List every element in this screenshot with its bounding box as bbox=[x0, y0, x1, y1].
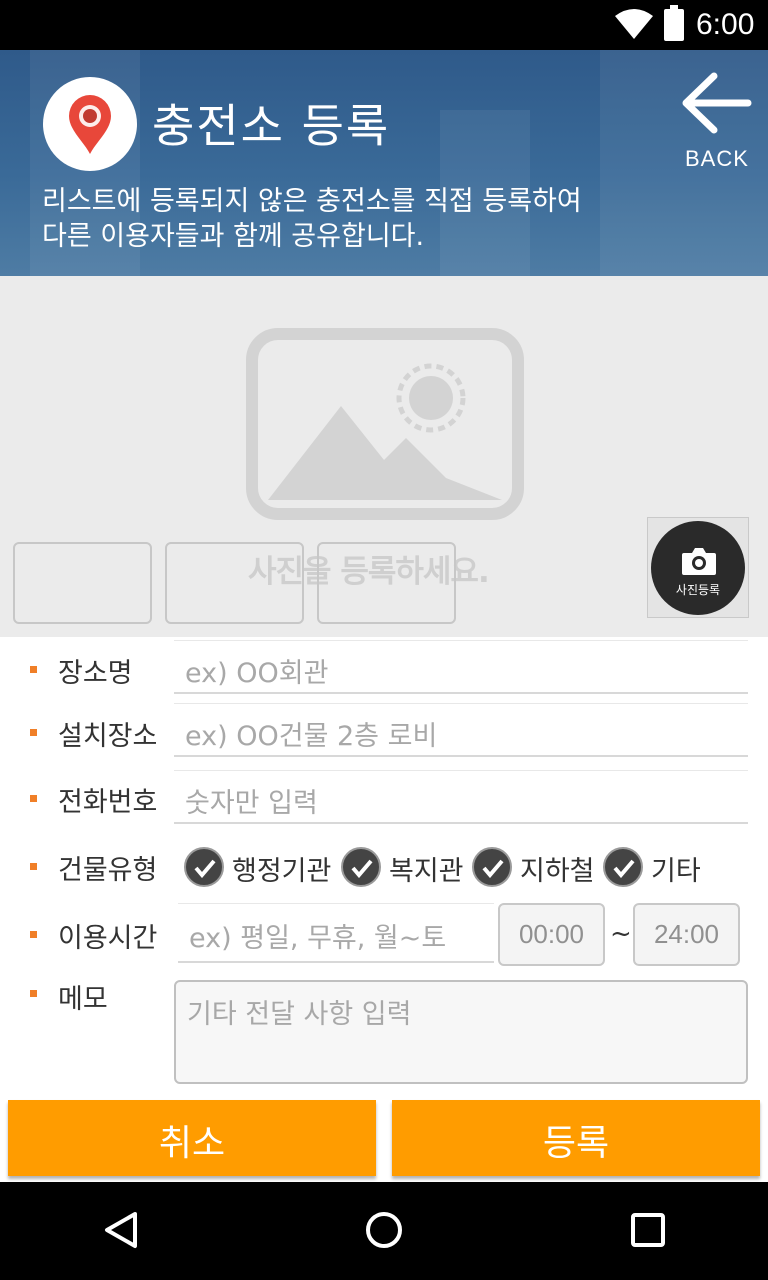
photo-area: 사진을 등록하세요. 사진등록 bbox=[0, 276, 768, 637]
subtitle-line-2: 다른 이용자들과 함께 공유합니다. bbox=[42, 221, 425, 252]
end-time-field[interactable]: 24:00 bbox=[633, 903, 740, 966]
back-nav-icon[interactable] bbox=[102, 1210, 140, 1250]
start-time-field[interactable]: 00:00 bbox=[498, 903, 605, 966]
usage-time-label: 이용시간 bbox=[58, 923, 158, 954]
building-type-label: 건물유형 bbox=[58, 855, 158, 886]
building-type-label-text: 행정기관 bbox=[232, 856, 332, 887]
bullet-icon bbox=[30, 931, 37, 938]
checkbox-icon[interactable] bbox=[184, 847, 224, 887]
back-button[interactable]: BACK bbox=[676, 62, 758, 172]
page-title: 충전소 등록 bbox=[152, 99, 391, 153]
location-pin-logo bbox=[43, 77, 137, 171]
camera-icon bbox=[682, 548, 716, 575]
building-type-label-text: 복지관 bbox=[389, 856, 464, 887]
place-name-label: 장소명 bbox=[58, 658, 133, 689]
page-subtitle: 리스트에 등록되지 않은 충전소를 직접 등록하여 다른 이용자들과 함께 공유… bbox=[42, 184, 642, 254]
subtitle-line-1: 리스트에 등록되지 않은 충전소를 직접 등록하여 bbox=[42, 186, 582, 217]
image-placeholder-icon bbox=[246, 328, 524, 520]
checkbox-icon[interactable] bbox=[341, 847, 381, 887]
photo-slot-2[interactable] bbox=[165, 542, 304, 624]
cancel-button[interactable]: 취소 bbox=[8, 1100, 376, 1176]
phone-input[interactable]: 숫자만 입력 bbox=[174, 770, 748, 824]
submit-button[interactable]: 등록 bbox=[392, 1100, 760, 1176]
bullet-icon bbox=[30, 863, 37, 870]
home-nav-icon[interactable] bbox=[365, 1210, 403, 1250]
checkmark-icon bbox=[613, 859, 635, 878]
checkbox-icon[interactable] bbox=[603, 847, 643, 887]
recents-nav-icon[interactable] bbox=[630, 1210, 666, 1250]
time-separator: ~ bbox=[610, 919, 632, 949]
usage-days-input[interactable]: ex) 평일, 무휴, 월~토 bbox=[178, 903, 494, 963]
checkmark-icon bbox=[482, 859, 504, 878]
battery-icon bbox=[664, 5, 684, 41]
page-header: 충전소 등록 리스트에 등록되지 않은 충전소를 직접 등록하여 다른 이용자들… bbox=[0, 50, 768, 276]
install-location-label: 설치장소 bbox=[58, 721, 158, 752]
install-location-input[interactable]: ex) OO건물 2층 로비 bbox=[174, 703, 748, 757]
back-arrow-icon bbox=[682, 72, 752, 134]
registration-form: 장소명 ex) OO회관 설치장소 ex) OO건물 2층 로비 전화번호 숫자… bbox=[0, 637, 768, 1182]
navigation-bar bbox=[0, 1182, 768, 1280]
bullet-icon bbox=[30, 795, 37, 802]
bullet-icon bbox=[30, 729, 37, 736]
checkbox-icon[interactable] bbox=[472, 847, 512, 887]
back-label: BACK bbox=[685, 146, 749, 171]
wifi-icon bbox=[615, 9, 653, 39]
bullet-icon bbox=[30, 990, 37, 997]
photo-slot-1[interactable] bbox=[13, 542, 152, 624]
status-time: 6:00 bbox=[696, 8, 755, 41]
camera-button[interactable]: 사진등록 bbox=[651, 521, 745, 615]
checkmark-icon bbox=[194, 859, 216, 878]
photo-slot-3[interactable] bbox=[317, 542, 456, 624]
status-bar: 6:00 bbox=[0, 0, 768, 50]
building-type-label-text: 기타 bbox=[651, 856, 701, 887]
phone-label: 전화번호 bbox=[58, 787, 158, 818]
building-type-label-text: 지하철 bbox=[520, 856, 595, 887]
bullet-icon bbox=[30, 666, 37, 673]
camera-label: 사진등록 bbox=[675, 583, 721, 597]
memo-label: 메모 bbox=[58, 984, 108, 1015]
place-name-input[interactable]: ex) OO회관 bbox=[174, 640, 748, 694]
photo-register-button[interactable]: 사진등록 bbox=[647, 517, 749, 618]
memo-textarea[interactable]: 기타 전달 사항 입력 bbox=[174, 980, 748, 1084]
checkmark-icon bbox=[351, 859, 373, 878]
map-pin-icon bbox=[69, 95, 111, 154]
